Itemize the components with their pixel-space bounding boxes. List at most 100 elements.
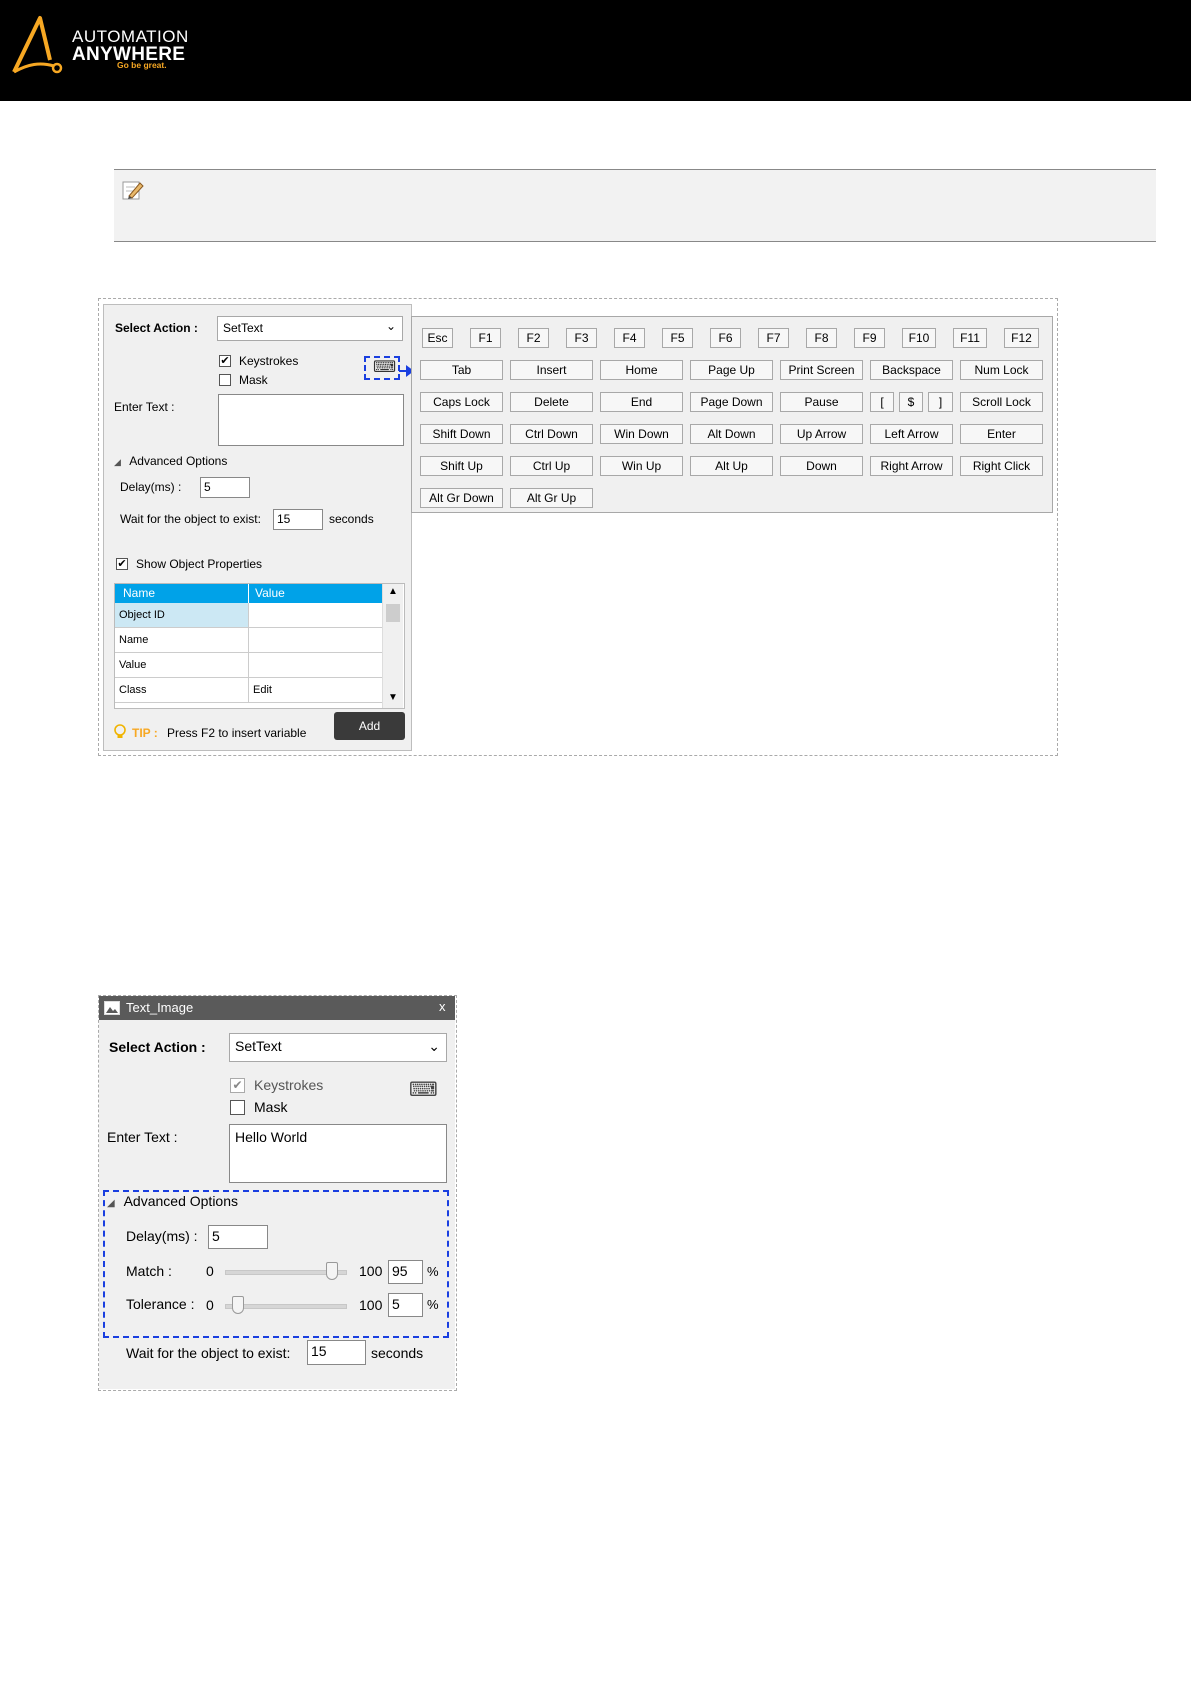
key-alt-up[interactable]: Alt Up xyxy=(690,456,773,476)
advanced-options-toggle[interactable]: ◢ Advanced Options xyxy=(114,454,227,468)
key-home[interactable]: Home xyxy=(600,360,683,380)
key-f6[interactable]: F6 xyxy=(710,328,741,348)
key-f4[interactable]: F4 xyxy=(614,328,645,348)
key-f2[interactable]: F2 xyxy=(518,328,549,348)
table-header: Name Value xyxy=(115,584,382,603)
key-f1[interactable]: F1 xyxy=(470,328,501,348)
key-pause[interactable]: Pause xyxy=(780,392,863,412)
key-up-arrow[interactable]: Up Arrow xyxy=(780,424,863,444)
keyboard-icon[interactable]: ⌨ xyxy=(409,1080,438,1100)
key-shift-down[interactable]: Shift Down xyxy=(420,424,503,444)
scroll-up-icon[interactable]: ▲ xyxy=(388,586,398,597)
key-page-down[interactable]: Page Down xyxy=(690,392,773,412)
delay-label: Delay(ms) : xyxy=(126,1228,198,1244)
key-open-bracket[interactable]: [ xyxy=(870,392,894,412)
enter-text-field[interactable] xyxy=(218,394,404,446)
key-delete[interactable]: Delete xyxy=(510,392,593,412)
key-f8[interactable]: F8 xyxy=(806,328,837,348)
image-icon xyxy=(104,1001,120,1015)
show-properties-checkbox[interactable]: ✔ xyxy=(116,558,128,570)
column-header-name[interactable]: Name xyxy=(123,584,155,603)
key-right-click[interactable]: Right Click xyxy=(960,456,1043,476)
table-cell[interactable] xyxy=(248,628,382,653)
key-alt-gr-up[interactable]: Alt Gr Up xyxy=(510,488,593,508)
key-right-arrow[interactable]: Right Arrow xyxy=(870,456,953,476)
match-input[interactable]: 95 xyxy=(388,1260,423,1284)
key-shift-up[interactable]: Shift Up xyxy=(420,456,503,476)
mask-checkbox[interactable] xyxy=(230,1100,245,1115)
table-cell[interactable]: Object ID xyxy=(115,603,248,628)
enter-text-field[interactable]: Hello World xyxy=(229,1124,447,1183)
table-cell[interactable]: Class xyxy=(115,678,248,703)
tolerance-label: Tolerance : xyxy=(126,1296,195,1312)
key-end[interactable]: End xyxy=(600,392,683,412)
key-num-lock[interactable]: Num Lock xyxy=(960,360,1043,380)
key-caps-lock[interactable]: Caps Lock xyxy=(420,392,503,412)
key-f9[interactable]: F9 xyxy=(854,328,885,348)
keyboard-icon: ⌨ xyxy=(373,359,397,376)
key-ctrl-down[interactable]: Ctrl Down xyxy=(510,424,593,444)
add-button[interactable]: Add xyxy=(334,712,405,740)
key-f10[interactable]: F10 xyxy=(902,328,936,348)
key-win-down[interactable]: Win Down xyxy=(600,424,683,444)
column-header-value[interactable]: Value xyxy=(255,584,285,603)
table-cell[interactable]: Value xyxy=(115,653,248,678)
tip-label: TIP : xyxy=(132,726,158,740)
scroll-down-icon[interactable]: ▼ xyxy=(388,692,398,703)
wait-unit: seconds xyxy=(329,512,374,526)
delay-input[interactable]: 5 xyxy=(200,477,250,498)
mask-checkbox[interactable] xyxy=(219,374,231,386)
close-icon[interactable]: x xyxy=(439,999,446,1014)
enter-text-label: Enter Text : xyxy=(107,1129,178,1145)
table-cell[interactable] xyxy=(248,603,382,628)
key-down[interactable]: Down xyxy=(780,456,863,476)
delay-input[interactable]: 5 xyxy=(208,1225,268,1249)
key-print-screen[interactable]: Print Screen xyxy=(780,360,863,380)
table-scrollbar[interactable]: ▲ ▼ xyxy=(382,584,403,708)
key-f7[interactable]: F7 xyxy=(758,328,789,348)
select-action-dropdown[interactable]: SetText ⌄ xyxy=(217,316,403,341)
wait-input[interactable]: 15 xyxy=(307,1340,366,1365)
page-header: AUTOMATION ANYWHERE Go be great. xyxy=(0,0,1191,101)
select-action-dropdown[interactable]: SetText ⌄ xyxy=(229,1033,447,1062)
tolerance-min: 0 xyxy=(206,1297,214,1313)
mask-label: Mask xyxy=(254,1099,288,1115)
wait-input[interactable]: 15 xyxy=(273,509,323,530)
key-close-bracket[interactable]: ] xyxy=(928,392,953,412)
key-ctrl-up[interactable]: Ctrl Up xyxy=(510,456,593,476)
collapse-triangle-icon: ◢ xyxy=(107,1198,115,1209)
key-insert[interactable]: Insert xyxy=(510,360,593,380)
keyboard-button-highlight[interactable]: ⌨ xyxy=(364,356,400,380)
table-cell[interactable]: Edit xyxy=(248,678,382,703)
chevron-down-icon: ⌄ xyxy=(428,1038,440,1054)
key-f5[interactable]: F5 xyxy=(662,328,693,348)
key-f12[interactable]: F12 xyxy=(1004,328,1039,348)
key-tab[interactable]: Tab xyxy=(420,360,503,380)
pencil-note-icon xyxy=(122,181,144,200)
key-page-up[interactable]: Page Up xyxy=(690,360,773,380)
key-left-arrow[interactable]: Left Arrow xyxy=(870,424,953,444)
key-win-up[interactable]: Win Up xyxy=(600,456,683,476)
match-slider-thumb[interactable] xyxy=(326,1262,338,1280)
key-alt-down[interactable]: Alt Down xyxy=(690,424,773,444)
advanced-options-toggle[interactable]: ◢ Advanced Options xyxy=(107,1193,238,1209)
table-cell[interactable] xyxy=(248,653,382,678)
keystrokes-checkbox[interactable]: ✔ xyxy=(219,355,231,367)
key-scroll-lock[interactable]: Scroll Lock xyxy=(960,392,1043,412)
key-esc[interactable]: Esc xyxy=(422,328,453,348)
tolerance-slider-thumb[interactable] xyxy=(232,1296,244,1314)
lightbulb-icon xyxy=(114,724,126,738)
key-enter[interactable]: Enter xyxy=(960,424,1043,444)
table-cell[interactable]: Name xyxy=(115,628,248,653)
key-alt-gr-down[interactable]: Alt Gr Down xyxy=(420,488,503,508)
key-f3[interactable]: F3 xyxy=(566,328,597,348)
object-properties-table: Name Value Object ID Name Value Class Ed… xyxy=(114,583,405,709)
key-f11[interactable]: F11 xyxy=(953,328,987,348)
key-backspace[interactable]: Backspace xyxy=(870,360,953,380)
delay-label: Delay(ms) : xyxy=(120,480,182,494)
keystrokes-checkbox[interactable]: ✔ xyxy=(230,1078,245,1093)
scroll-thumb[interactable] xyxy=(386,604,400,622)
key-dollar[interactable]: $ xyxy=(899,392,923,412)
tolerance-input[interactable]: 5 xyxy=(388,1293,423,1317)
keystrokes-label: Keystrokes xyxy=(239,354,299,368)
